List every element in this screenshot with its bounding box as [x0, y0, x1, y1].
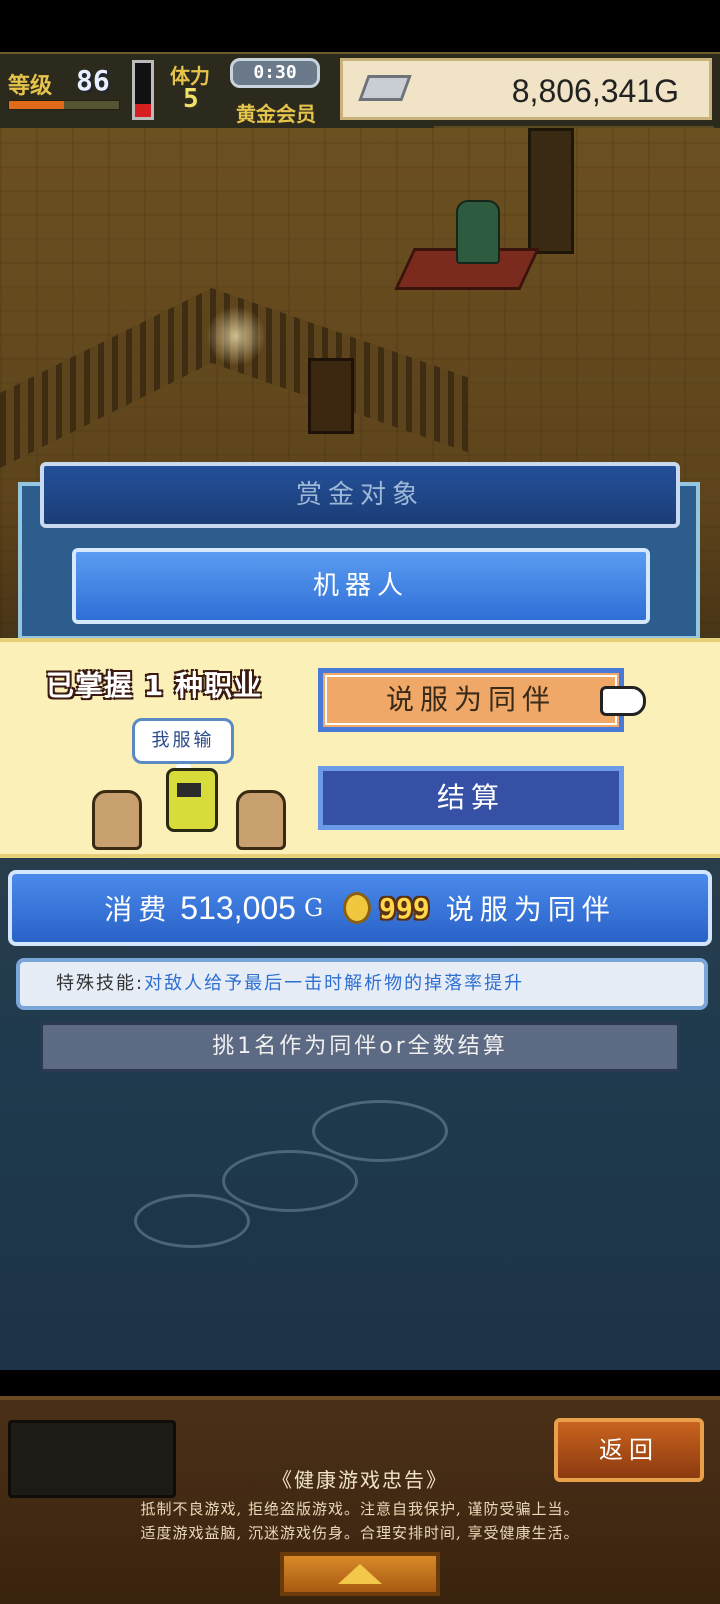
pointer-hand-icon: [600, 686, 646, 716]
captain-sprite: [456, 200, 500, 264]
special-skill-bar: 特殊技能:对敌人给予最后一击时解析物的掉落率提升: [16, 958, 708, 1010]
robot-face: [177, 783, 201, 797]
level-value: 86: [76, 64, 110, 97]
explorer-sprite: [236, 790, 286, 850]
explorer-sprite: [92, 790, 142, 850]
health-notice-title: 《健康游戏忠告》: [272, 1468, 448, 1492]
bounty-target-button[interactable]: 机器人: [72, 548, 650, 624]
cost-unit: G: [303, 894, 324, 922]
stamina-value: 5: [183, 84, 199, 114]
health-notice-line: 适度游戏益脑, 沉迷游戏伤身。合理安排时间, 享受健康生活。: [140, 1524, 580, 1542]
stamina-gauge-fill: [135, 103, 151, 117]
persuade-cost-button[interactable]: 消费 513,005 G 999 说服为同伴: [8, 870, 712, 946]
settle-button[interactable]: 结算: [318, 766, 624, 830]
money-panel: 8,806,341G: [340, 58, 712, 120]
silver-ingot-icon: [358, 75, 412, 101]
robot-sprite: [166, 768, 218, 832]
status-hud: 等级 86 体力 5 0:30 黄金会员 8,806,341G: [0, 52, 720, 131]
mastered-jobs-label: 已掌握 1 种职业: [46, 669, 262, 702]
water-ripple: [134, 1194, 250, 1248]
water-ripple: [222, 1150, 358, 1212]
lamp-glow: [206, 306, 266, 366]
expand-menu-button[interactable]: [280, 1552, 440, 1596]
health-notice-line: 抵制不良游戏, 拒绝盗版游戏。注意自我保护, 谨防受骗上当。: [140, 1500, 580, 1518]
exp-bar-fill: [9, 101, 64, 109]
money-value: 8,806,341G: [511, 73, 679, 109]
ship-mast: [528, 128, 574, 254]
bounty-title: 赏金对象: [40, 462, 680, 528]
speech-bubble: 我服输: [132, 718, 234, 764]
coin-cost: 999: [379, 891, 430, 925]
membership-badge[interactable]: 黄金会员: [236, 98, 316, 127]
stamina-gauge: [132, 60, 154, 120]
selection-hint: 挑1名作为同伴or全数结算: [40, 1022, 680, 1072]
gold-coin-icon: [343, 892, 372, 924]
bottom-bar: 返回 《健康游戏忠告》 抵制不良游戏, 拒绝盗版游戏。注意自我保护, 谨防受骗上…: [0, 1396, 720, 1604]
arrow-up-icon: [338, 1564, 382, 1584]
cost-action-label: 说服为同伴: [445, 893, 616, 926]
cost-label: 消费: [104, 893, 173, 926]
stamina-timer: 0:30: [230, 58, 320, 88]
level-label: 等级: [8, 74, 53, 99]
skill-description: 对敌人给予最后一击时解析物的掉落率提升: [144, 973, 525, 994]
exp-bar: [8, 100, 120, 110]
cabin-door: [308, 358, 354, 434]
capture-panel: 已掌握 1 种职业 我服输 说服为同伴 结算: [0, 638, 720, 858]
cost-amount: 513,005: [180, 889, 296, 926]
skill-label: 特殊技能:: [56, 973, 145, 994]
water-ripple: [312, 1100, 448, 1162]
persuade-button[interactable]: 说服为同伴: [318, 668, 624, 732]
